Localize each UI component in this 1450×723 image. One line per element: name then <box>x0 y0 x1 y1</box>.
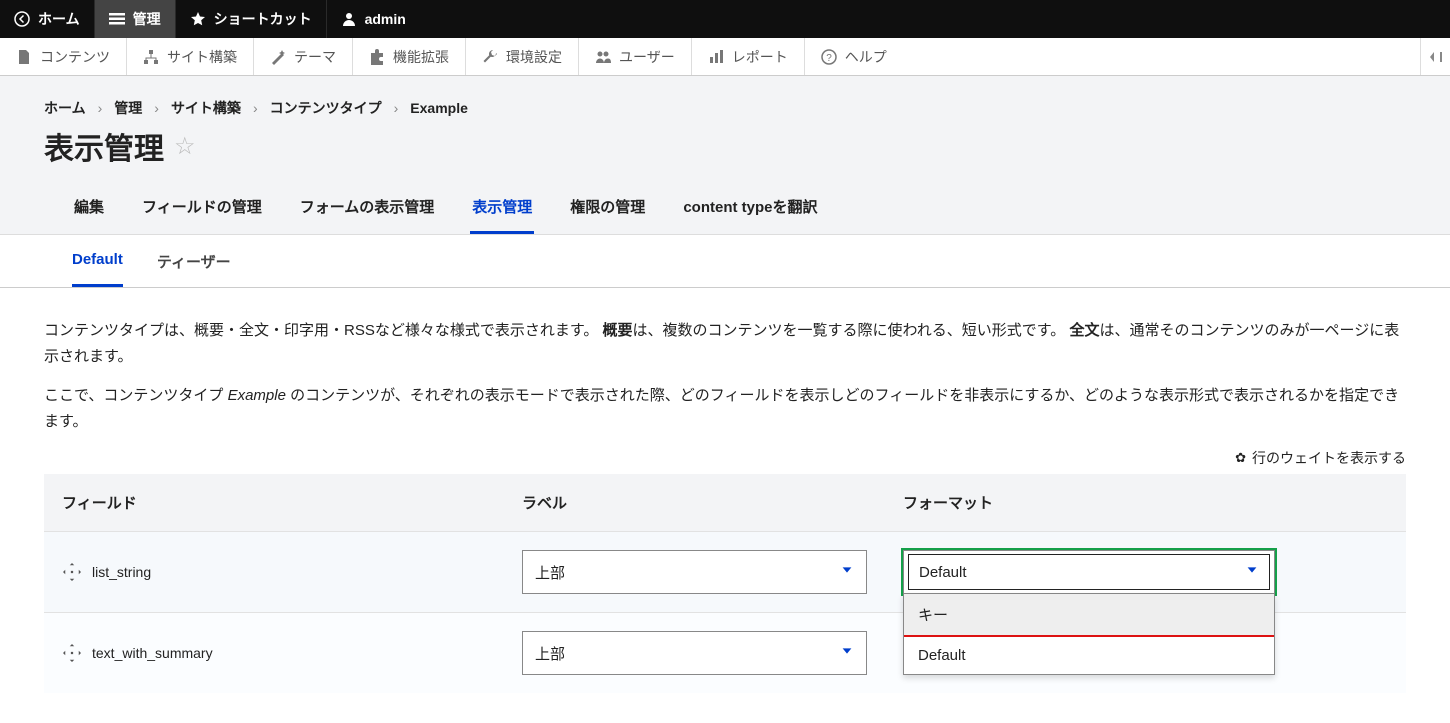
breadcrumb-item[interactable]: 管理 <box>114 98 142 118</box>
topbar-admin[interactable]: 管理 <box>95 0 176 38</box>
admin-menu-appearance[interactable]: テーマ <box>254 38 353 75</box>
intro-p1-c: は、複数のコンテンツを一覧する際に使われる、短い形式です。 <box>633 322 1066 339</box>
admin-menu-config[interactable]: 環境設定 <box>466 38 579 75</box>
format-select[interactable]: Default <box>903 550 1275 594</box>
label-select[interactable]: 上部 <box>522 550 867 594</box>
topbar-home-label: ホーム <box>38 9 80 29</box>
dropdown-option-key[interactable]: キー <box>904 594 1274 635</box>
show-row-weights-label: 行のウェイトを表示する <box>1252 448 1406 468</box>
help-icon: ? <box>821 49 837 65</box>
svg-text:?: ? <box>826 53 832 64</box>
admin-menu-content-label: コンテンツ <box>40 47 110 67</box>
admin-menu-collapse[interactable] <box>1420 38 1450 75</box>
admin-menu-appearance-label: テーマ <box>294 47 336 67</box>
admin-menu-structure[interactable]: サイト構築 <box>127 38 254 75</box>
th-label: ラベル <box>504 474 885 532</box>
topbar-user-label: admin <box>365 11 406 27</box>
primary-tabs: 編集 フィールドの管理 フォームの表示管理 表示管理 権限の管理 content… <box>44 186 1406 234</box>
intro-text: コンテンツタイプは、概要・全文・印字用・RSSなど様々な様式で表示されます。 概… <box>44 318 1406 434</box>
topbar: ホーム 管理 ショートカット admin <box>0 0 1450 38</box>
header-region: ホーム › 管理 › サイト構築 › コンテンツタイプ › Example 表示… <box>0 76 1450 235</box>
field-name: text_with_summary <box>92 645 213 661</box>
breadcrumb-sep: › <box>394 100 399 116</box>
tab-edit[interactable]: 編集 <box>72 186 106 234</box>
topbar-admin-label: 管理 <box>133 9 161 29</box>
breadcrumb-item[interactable]: コンテンツタイプ <box>270 98 382 118</box>
content-region: コンテンツタイプは、概要・全文・印字用・RSSなど様々な様式で表示されます。 概… <box>0 288 1450 723</box>
admin-menu-reports-label: レポート <box>732 47 788 67</box>
breadcrumb-sep: › <box>98 100 103 116</box>
tab-permissions[interactable]: 権限の管理 <box>568 186 647 234</box>
admin-menu: コンテンツ サイト構築 テーマ 機能拡張 環境設定 ユーザー レポート ? ヘル… <box>0 38 1450 76</box>
breadcrumb-item[interactable]: ホーム <box>44 98 86 118</box>
intro-p1-bold1: 概要 <box>603 322 633 339</box>
admin-menu-reports[interactable]: レポート <box>692 38 805 75</box>
chevron-down-icon <box>840 644 854 662</box>
dropdown-option-default[interactable]: Default <box>904 637 1274 674</box>
sitemap-icon <box>143 49 159 65</box>
drag-handle-icon[interactable] <box>62 562 82 582</box>
label-select-value: 上部 <box>535 562 565 583</box>
tab-default[interactable]: Default <box>72 251 123 287</box>
page-title: 表示管理 <box>44 124 164 168</box>
wand-icon <box>270 49 286 65</box>
th-field: フィールド <box>44 474 504 532</box>
intro-p2-a: ここで、コンテンツタイプ <box>44 387 228 404</box>
chevron-down-icon <box>1245 563 1259 581</box>
format-select-value: Default <box>919 564 967 581</box>
admin-menu-people-label: ユーザー <box>619 47 675 67</box>
topbar-shortcuts-label: ショートカット <box>214 9 312 29</box>
star-outline-icon[interactable]: ☆ <box>174 132 196 161</box>
breadcrumb-item[interactable]: Example <box>410 100 468 116</box>
tab-form-display[interactable]: フォームの表示管理 <box>298 186 437 234</box>
tab-teaser[interactable]: ティーザー <box>157 251 231 287</box>
puzzle-icon <box>369 49 385 65</box>
breadcrumb-sep: › <box>253 100 258 116</box>
person-icon <box>341 11 357 27</box>
format-dropdown: キー Default <box>903 594 1275 675</box>
barchart-icon <box>708 49 724 65</box>
admin-menu-config-label: 環境設定 <box>506 47 562 67</box>
people-icon <box>595 49 611 65</box>
tab-manage-fields[interactable]: フィールドの管理 <box>140 186 264 234</box>
breadcrumb-sep: › <box>154 100 159 116</box>
admin-menu-structure-label: サイト構築 <box>167 47 237 67</box>
label-select-value: 上部 <box>535 643 565 664</box>
topbar-user[interactable]: admin <box>327 0 420 38</box>
admin-menu-help-label: ヘルプ <box>845 47 887 67</box>
show-row-weights[interactable]: ✿ 行のウェイトを表示する <box>44 448 1406 468</box>
intro-p2-italic: Example <box>228 387 286 404</box>
label-select[interactable]: 上部 <box>522 631 867 675</box>
back-icon <box>14 11 30 27</box>
gear-icon: ✿ <box>1235 450 1246 466</box>
admin-menu-extend-label: 機能拡張 <box>393 47 449 67</box>
table-row: list_string 上部 Default <box>44 532 1406 613</box>
breadcrumb: ホーム › 管理 › サイト構築 › コンテンツタイプ › Example <box>44 98 1406 118</box>
fields-table: フィールド ラベル フォーマット list_string 上部 <box>44 474 1406 693</box>
admin-menu-help[interactable]: ? ヘルプ <box>805 38 903 75</box>
admin-menu-extend[interactable]: 機能拡張 <box>353 38 466 75</box>
document-icon <box>16 49 32 65</box>
intro-p1-bold2: 全文 <box>1069 322 1099 339</box>
tab-manage-display[interactable]: 表示管理 <box>470 186 534 234</box>
admin-menu-content[interactable]: コンテンツ <box>0 38 127 75</box>
menu-icon <box>109 11 125 27</box>
tab-translate[interactable]: content typeを翻訳 <box>681 186 819 234</box>
topbar-shortcuts[interactable]: ショートカット <box>176 0 327 38</box>
breadcrumb-item[interactable]: サイト構築 <box>171 98 241 118</box>
intro-p1-a: コンテンツタイプは、概要・全文・印字用・RSSなど様々な様式で表示されます。 <box>44 322 598 339</box>
th-format: フォーマット <box>885 474 1406 532</box>
secondary-tabs: Default ティーザー <box>0 235 1450 288</box>
field-name: list_string <box>92 564 151 580</box>
wrench-icon <box>482 49 498 65</box>
drag-handle-icon[interactable] <box>62 643 82 663</box>
topbar-home[interactable]: ホーム <box>0 0 95 38</box>
admin-menu-people[interactable]: ユーザー <box>579 38 692 75</box>
chevron-down-icon <box>840 563 854 581</box>
star-icon <box>190 11 206 27</box>
